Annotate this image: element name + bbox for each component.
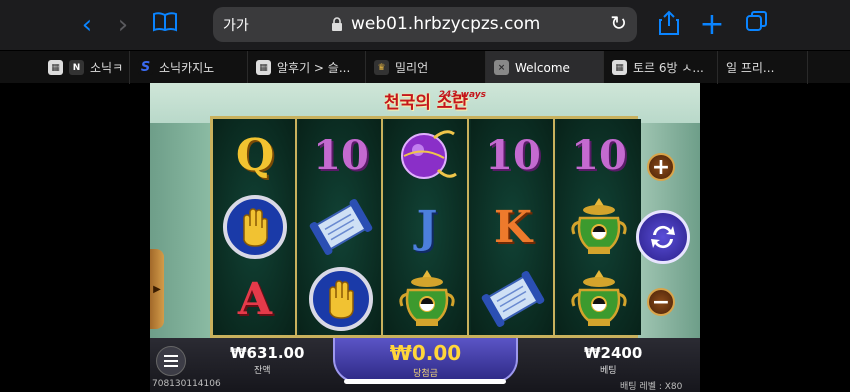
bookmarks-button[interactable] (150, 10, 180, 40)
symbol-10: 10 (485, 131, 541, 179)
reel-3: J (385, 119, 469, 335)
n-icon: N (69, 60, 84, 75)
urn-icon (557, 191, 641, 263)
share-icon (659, 10, 679, 35)
symbol-10: 10 (313, 131, 369, 179)
reel-5: 10 (557, 119, 641, 335)
tab-label: 일 프리... (726, 61, 775, 75)
orb-icon (385, 119, 469, 191)
tab-7[interactable]: 일 프리... (718, 51, 808, 84)
tab-4[interactable]: ♛ 밀리언 (366, 51, 486, 84)
win-value: ₩0.00 (389, 341, 462, 365)
hand-icon (213, 191, 297, 263)
close-tab-icon[interactable]: × (494, 60, 509, 75)
tab-label: 토르 6방 ㅅ... (633, 61, 704, 75)
urn-icon (557, 263, 641, 335)
balance-label: 잔액 (254, 366, 271, 376)
back-button[interactable]: ‹ (72, 10, 102, 40)
symbol-a: A (237, 273, 273, 325)
reload-icon[interactable]: ↻ (610, 11, 627, 35)
win-label: 당첨금 (413, 369, 438, 379)
game-round-id: 708130114106 (152, 379, 221, 389)
browser-toolbar: ‹ › 가가 web01.hrbzycpzs.com ↻ + (0, 0, 850, 50)
tab-2[interactable]: S 소닉카지노 (130, 51, 248, 84)
scroll-icon (471, 263, 555, 335)
bet-level: 배팅 레벨 : X80 (620, 382, 683, 392)
tab-label: 소닉카지노 (159, 61, 215, 75)
s-icon: S (138, 60, 153, 75)
forward-button[interactable]: › (108, 10, 138, 40)
spin-button[interactable] (636, 210, 690, 264)
ways-badge: 243 ways (438, 90, 486, 100)
url-text: web01.hrbzycpzs.com (351, 14, 541, 34)
tab-strip: ▦ N 소닉ㅋ S 소닉카지노 ▦ 알후기 > 슬... ♛ 밀리언 × Wel… (0, 50, 850, 84)
page-favicon-icon: ▦ (48, 60, 63, 75)
reel-1: Q A (213, 119, 297, 335)
book-icon (153, 12, 177, 32)
symbol-k: K (493, 201, 533, 253)
balance-value: ₩631.00 (230, 344, 305, 362)
tab-label: Welcome (515, 60, 570, 75)
tab-label: 밀리언 (395, 61, 429, 75)
tabs-icon (746, 11, 767, 31)
tab-5-active[interactable]: × Welcome (486, 51, 604, 84)
crown-icon: ♛ (374, 60, 389, 75)
tab-label: 알후기 > 슬... (277, 61, 351, 75)
reel-2: 10 (299, 119, 383, 335)
symbol-j: J (416, 201, 438, 253)
symbol-10: 10 (571, 131, 627, 179)
win-display: ₩0.00 당첨금 (333, 338, 518, 383)
reader-options[interactable]: 가가 (223, 15, 249, 35)
tab-3[interactable]: ▦ 알후기 > 슬... (248, 51, 366, 84)
home-indicator[interactable] (344, 379, 506, 384)
tab-6[interactable]: ▦ 토르 6방 ㅅ... (604, 51, 718, 84)
tab-label: 소닉ㅋ (90, 61, 124, 75)
side-menu-tab[interactable]: ▶ (150, 249, 164, 329)
slot-game[interactable]: 천국의 소란 243 ways ▶ Q A 10 J 10 K 10 + − ₩… (150, 83, 700, 392)
reel-grid: Q A 10 J 10 K 10 (210, 116, 641, 338)
menu-button[interactable] (156, 346, 186, 376)
scroll-icon (299, 191, 383, 263)
tab-1[interactable]: ▦ N 소닉ㅋ (40, 51, 130, 84)
share-button[interactable] (654, 10, 684, 40)
bet-label: 베팅 (600, 366, 617, 376)
urn-icon (385, 263, 469, 335)
bet-value: ₩2400 (584, 344, 643, 362)
spin-arrows-icon (651, 225, 675, 249)
increase-bet-button[interactable]: + (647, 153, 675, 181)
tabs-overview-button[interactable] (742, 10, 772, 40)
new-tab-button[interactable]: + (697, 10, 727, 40)
reel-4: 10 K (471, 119, 555, 335)
lock-icon (332, 17, 342, 31)
symbol-q: Q (235, 129, 275, 181)
decrease-bet-button[interactable]: − (647, 288, 675, 316)
game-logo: 천국의 소란 243 ways (364, 83, 488, 117)
page-favicon-icon: ▦ (256, 60, 271, 75)
address-bar[interactable]: 가가 web01.hrbzycpzs.com ↻ (213, 7, 637, 42)
hand-icon (299, 263, 383, 335)
page-favicon-icon: ▦ (612, 60, 627, 75)
